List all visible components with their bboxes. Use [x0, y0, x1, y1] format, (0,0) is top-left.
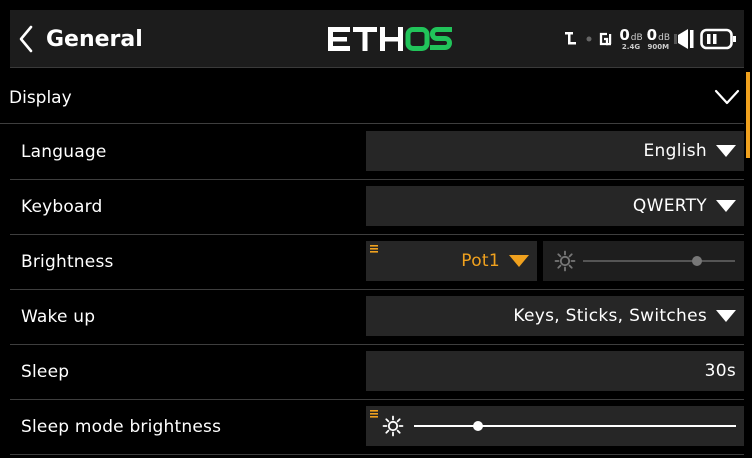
sleep-brightness-slider-track	[414, 425, 736, 427]
keyboard-select[interactable]: QWERTY	[366, 186, 744, 226]
row-keyboard: Keyboard QWERTY	[10, 180, 744, 235]
section-display-label: Display	[9, 87, 72, 108]
keyboard-label: Keyboard	[21, 197, 103, 217]
rssi-2-4g-unit: dB	[630, 32, 643, 43]
rssi-2-4g: 0dB 2.4G	[619, 25, 643, 51]
brightness-source-value: Pot1	[461, 251, 500, 271]
row-language: Language English	[10, 125, 744, 180]
status-area: 0dB 2.4G 0dB 900M	[565, 24, 738, 54]
battery-icon	[700, 28, 736, 50]
menu-lines-icon	[370, 410, 378, 418]
language-label: Language	[21, 142, 107, 162]
wakeup-label: Wake up	[21, 307, 96, 327]
dropdown-caret-icon	[509, 255, 529, 267]
rssi-2-4g-band: 2.4G	[621, 42, 641, 51]
wakeup-select[interactable]: Keys, Sticks, Switches	[366, 296, 744, 336]
rssi-900m-band: 900M	[647, 42, 670, 51]
scrollbar[interactable]	[746, 72, 750, 158]
rssi-900m-value: 0	[646, 25, 658, 44]
language-select[interactable]: English	[366, 131, 744, 171]
speaker-icon[interactable]	[674, 27, 696, 51]
rssi-2-4g-value: 0	[619, 25, 630, 44]
brightness-slider[interactable]	[543, 241, 744, 281]
row-sleep: Sleep 30s	[10, 345, 744, 400]
sleep-input[interactable]: 30s	[366, 351, 744, 391]
rssi-900m: 0dB 900M	[646, 25, 670, 51]
sun-icon	[382, 415, 404, 437]
brightness-slider-thumb[interactable]	[692, 256, 702, 266]
keyboard-value: QWERTY	[632, 196, 707, 216]
sun-icon	[554, 250, 576, 272]
back-chevron-icon	[19, 25, 33, 53]
brightness-source-select[interactable]: Pot1	[366, 241, 537, 281]
sleep-brightness-slider[interactable]	[366, 406, 744, 446]
gps-icon	[600, 32, 612, 46]
back-button[interactable]: General	[18, 20, 158, 58]
page-title: General	[46, 26, 143, 52]
section-display[interactable]: Display	[0, 72, 744, 124]
language-value: English	[643, 141, 707, 161]
dot-icon	[586, 36, 592, 42]
brightness-label: Brightness	[21, 252, 114, 272]
sleep-brightness-slider-thumb[interactable]	[473, 421, 484, 431]
row-brightness: Brightness Pot1	[10, 235, 744, 290]
wakeup-value: Keys, Sticks, Switches	[513, 306, 707, 326]
sleep-label: Sleep	[21, 362, 70, 382]
screen: General 0dB 2.4G 0dB 900M Display Langua…	[0, 0, 752, 458]
brightness-slider-track	[583, 260, 735, 262]
top-bar: General 0dB 2.4G 0dB 900M	[10, 10, 744, 68]
row-sleep-brightness: Sleep mode brightness	[10, 400, 744, 455]
rssi-900m-unit: dB	[658, 32, 670, 43]
ethos-logo	[328, 22, 454, 56]
sleep-brightness-label: Sleep mode brightness	[21, 417, 222, 437]
chevron-down-icon	[714, 89, 740, 105]
dropdown-caret-icon	[716, 200, 736, 212]
trim-l-icon	[565, 32, 577, 45]
sleep-value: 30s	[704, 361, 736, 381]
menu-lines-icon	[370, 245, 378, 253]
dropdown-caret-icon	[716, 310, 736, 322]
row-wakeup: Wake up Keys, Sticks, Switches	[10, 290, 744, 345]
dropdown-caret-icon	[716, 145, 736, 157]
